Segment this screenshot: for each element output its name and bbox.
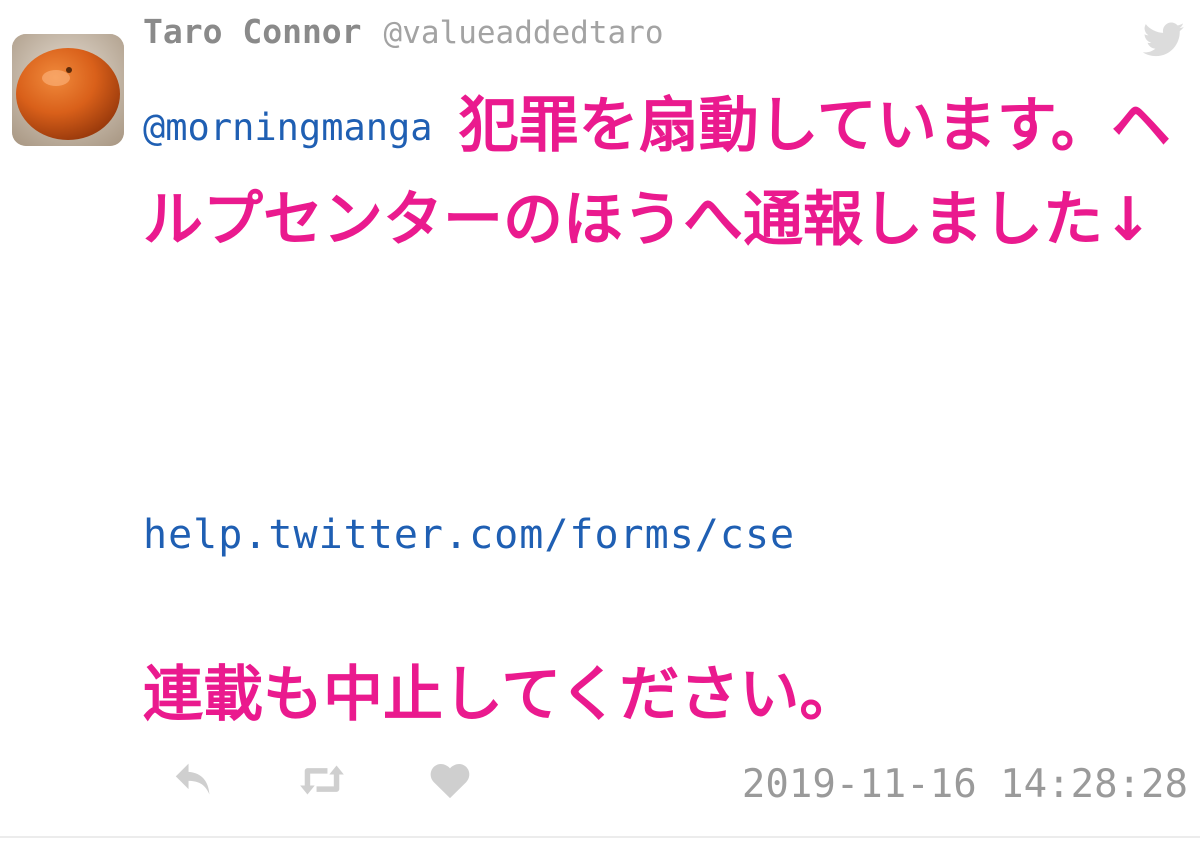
help-center-link[interactable]: help.twitter.com/forms/cse [143, 512, 795, 558]
divider [0, 836, 1200, 838]
twitter-bird-icon [1143, 22, 1185, 57]
retweet-icon [300, 765, 344, 795]
tweet-header: Taro Connor @valueaddedtaro [143, 12, 664, 64]
like-button[interactable] [424, 757, 476, 803]
reply-icon [175, 763, 210, 795]
heart-icon [430, 764, 470, 799]
tweet-actions [168, 755, 476, 805]
reply-button[interactable] [168, 757, 220, 803]
tweet-body: @morningmanga 犯罪を扇動しています。ヘルプセンターのほうへ通報しまし… [143, 83, 1188, 263]
tweet-timestamp: 2019-11-16 14:28:28 [741, 762, 1188, 807]
tweet-final-text: 連載も中止してください。 [143, 660, 860, 730]
author-handle[interactable]: @valueaddedtaro [384, 15, 664, 51]
persimmon-avatar-icon [12, 34, 124, 146]
retweet-button[interactable] [296, 757, 348, 803]
author-name[interactable]: Taro Connor [143, 12, 362, 51]
tweet-card: Taro Connor @valueaddedtaro @morningmang… [0, 0, 1200, 843]
avatar[interactable] [12, 34, 124, 146]
mention-link[interactable]: @morningmanga [143, 106, 433, 149]
